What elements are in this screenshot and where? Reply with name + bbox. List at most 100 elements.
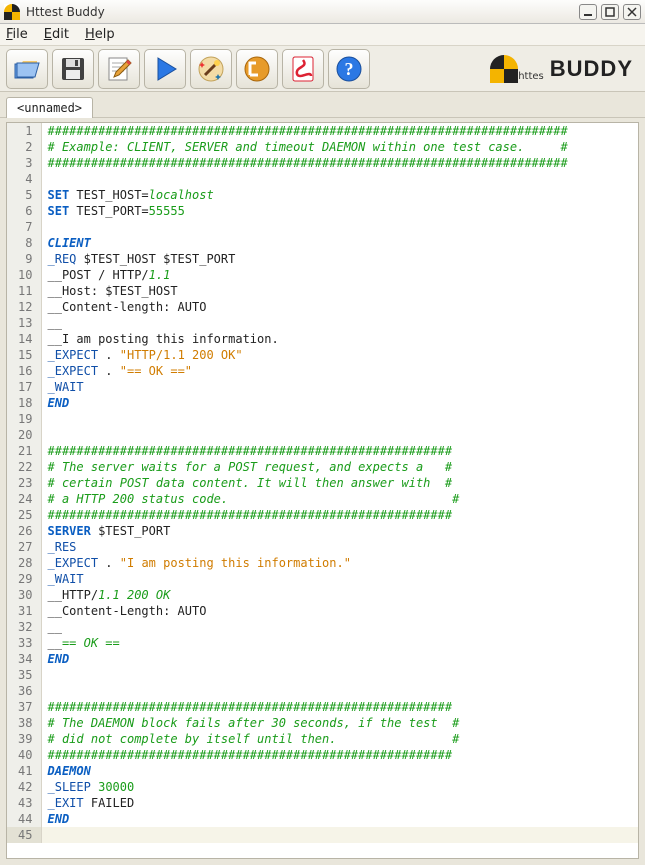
tab-unnamed[interactable]: <unnamed> <box>6 97 93 118</box>
code-content[interactable]: DAEMON <box>41 763 638 779</box>
code-content[interactable]: __POST / HTTP/1.1 <box>41 267 638 283</box>
code-line[interactable]: 40######################################… <box>7 747 638 763</box>
code-line[interactable]: 2# Example: CLIENT, SERVER and timeout D… <box>7 139 638 155</box>
run-button[interactable] <box>144 49 186 89</box>
code-content[interactable]: # a HTTP 200 status code. # <box>41 491 638 507</box>
code-line[interactable]: 30__HTTP/1.1 200 OK <box>7 587 638 603</box>
code-content[interactable]: ########################################… <box>41 443 638 459</box>
code-line[interactable]: 17_WAIT <box>7 379 638 395</box>
open-button[interactable] <box>6 49 48 89</box>
code-content[interactable]: # Example: CLIENT, SERVER and timeout DA… <box>41 139 638 155</box>
code-line[interactable]: 34END <box>7 651 638 667</box>
code-content[interactable]: _WAIT <box>41 379 638 395</box>
code-content[interactable]: __HTTP/1.1 200 OK <box>41 587 638 603</box>
code-line[interactable]: 19 <box>7 411 638 427</box>
code-line[interactable]: 32__ <box>7 619 638 635</box>
code-content[interactable]: _EXPECT . "I am posting this information… <box>41 555 638 571</box>
code-line[interactable]: 15_EXPECT . "HTTP/1.1 200 OK" <box>7 347 638 363</box>
log-button[interactable] <box>236 49 278 89</box>
code-line[interactable]: 5SET TEST_HOST=localhost <box>7 187 638 203</box>
code-content[interactable] <box>41 427 638 443</box>
code-line[interactable]: 36 <box>7 683 638 699</box>
code-content[interactable] <box>41 171 638 187</box>
code-content[interactable]: ########################################… <box>41 699 638 715</box>
code-line[interactable]: 26SERVER $TEST_PORT <box>7 523 638 539</box>
code-line[interactable]: 37######################################… <box>7 699 638 715</box>
code-line[interactable]: 16_EXPECT . "== OK ==" <box>7 363 638 379</box>
code-content[interactable]: __I am posting this information. <box>41 331 638 347</box>
code-content[interactable]: ########################################… <box>41 123 638 139</box>
save-button[interactable] <box>52 49 94 89</box>
code-content[interactable]: _SLEEP 30000 <box>41 779 638 795</box>
pdf-button[interactable] <box>282 49 324 89</box>
code-line[interactable]: 3#######################################… <box>7 155 638 171</box>
code-content[interactable]: _EXIT FAILED <box>41 795 638 811</box>
code-content[interactable]: __ <box>41 619 638 635</box>
code-content[interactable] <box>41 411 638 427</box>
code-line[interactable]: 6SET TEST_PORT=55555 <box>7 203 638 219</box>
code-content[interactable]: __ <box>41 315 638 331</box>
code-line[interactable]: 31__Content-Length: AUTO <box>7 603 638 619</box>
code-content[interactable]: _EXPECT . "HTTP/1.1 200 OK" <box>41 347 638 363</box>
code-content[interactable] <box>41 219 638 235</box>
code-content[interactable]: # The server waits for a POST request, a… <box>41 459 638 475</box>
code-content[interactable]: END <box>41 395 638 411</box>
code-line[interactable]: 45 <box>7 827 638 843</box>
code-content[interactable] <box>41 667 638 683</box>
code-line[interactable]: 27_RES <box>7 539 638 555</box>
code-content[interactable]: ########################################… <box>41 507 638 523</box>
edit-button[interactable] <box>98 49 140 89</box>
code-line[interactable]: 41DAEMON <box>7 763 638 779</box>
code-line[interactable]: 9_REQ $TEST_HOST $TEST_PORT <box>7 251 638 267</box>
maximize-button[interactable] <box>601 4 619 20</box>
code-line[interactable]: 23# certain POST data content. It will t… <box>7 475 638 491</box>
code-line[interactable]: 43_EXIT FAILED <box>7 795 638 811</box>
code-content[interactable] <box>41 827 638 843</box>
code-content[interactable]: __== OK == <box>41 635 638 651</box>
code-line[interactable]: 7 <box>7 219 638 235</box>
wizard-button[interactable] <box>190 49 232 89</box>
code-content[interactable]: # The DAEMON block fails after 30 second… <box>41 715 638 731</box>
menu-help[interactable]: Help <box>85 27 115 42</box>
code-line[interactable]: 21######################################… <box>7 443 638 459</box>
code-line[interactable]: 42_SLEEP 30000 <box>7 779 638 795</box>
code-content[interactable]: SET TEST_PORT=55555 <box>41 203 638 219</box>
code-content[interactable]: ########################################… <box>41 747 638 763</box>
code-content[interactable]: _EXPECT . "== OK ==" <box>41 363 638 379</box>
menu-file[interactable]: File <box>6 27 28 42</box>
code-content[interactable]: # did not complete by itself until then.… <box>41 731 638 747</box>
code-content[interactable]: SET TEST_HOST=localhost <box>41 187 638 203</box>
code-content[interactable]: SERVER $TEST_PORT <box>41 523 638 539</box>
code-editor[interactable]: 1#######################################… <box>6 122 639 859</box>
code-line[interactable]: 35 <box>7 667 638 683</box>
code-line[interactable]: 18END <box>7 395 638 411</box>
code-content[interactable]: # certain POST data content. It will the… <box>41 475 638 491</box>
code-line[interactable]: 39# did not complete by itself until the… <box>7 731 638 747</box>
code-line[interactable]: 29_WAIT <box>7 571 638 587</box>
code-content[interactable]: END <box>41 651 638 667</box>
code-line[interactable]: 33__== OK == <box>7 635 638 651</box>
close-button[interactable] <box>623 4 641 20</box>
minimize-button[interactable] <box>579 4 597 20</box>
code-content[interactable] <box>41 683 638 699</box>
code-line[interactable]: 14__I am posting this information. <box>7 331 638 347</box>
code-content[interactable]: _RES <box>41 539 638 555</box>
code-content[interactable]: ########################################… <box>41 155 638 171</box>
code-line[interactable]: 10__POST / HTTP/1.1 <box>7 267 638 283</box>
menu-edit[interactable]: Edit <box>44 27 69 42</box>
code-line[interactable]: 20 <box>7 427 638 443</box>
help-button[interactable]: ? <box>328 49 370 89</box>
code-content[interactable]: _REQ $TEST_HOST $TEST_PORT <box>41 251 638 267</box>
code-content[interactable]: __Content-length: AUTO <box>41 299 638 315</box>
code-line[interactable]: 25######################################… <box>7 507 638 523</box>
code-line[interactable]: 12__Content-length: AUTO <box>7 299 638 315</box>
code-content[interactable]: __Content-Length: AUTO <box>41 603 638 619</box>
code-content[interactable]: CLIENT <box>41 235 638 251</box>
code-content[interactable]: _WAIT <box>41 571 638 587</box>
code-line[interactable]: 28_EXPECT . "I am posting this informati… <box>7 555 638 571</box>
code-line[interactable]: 8CLIENT <box>7 235 638 251</box>
code-content[interactable]: END <box>41 811 638 827</box>
code-content[interactable]: __Host: $TEST_HOST <box>41 283 638 299</box>
code-line[interactable]: 13__ <box>7 315 638 331</box>
code-line[interactable]: 22# The server waits for a POST request,… <box>7 459 638 475</box>
